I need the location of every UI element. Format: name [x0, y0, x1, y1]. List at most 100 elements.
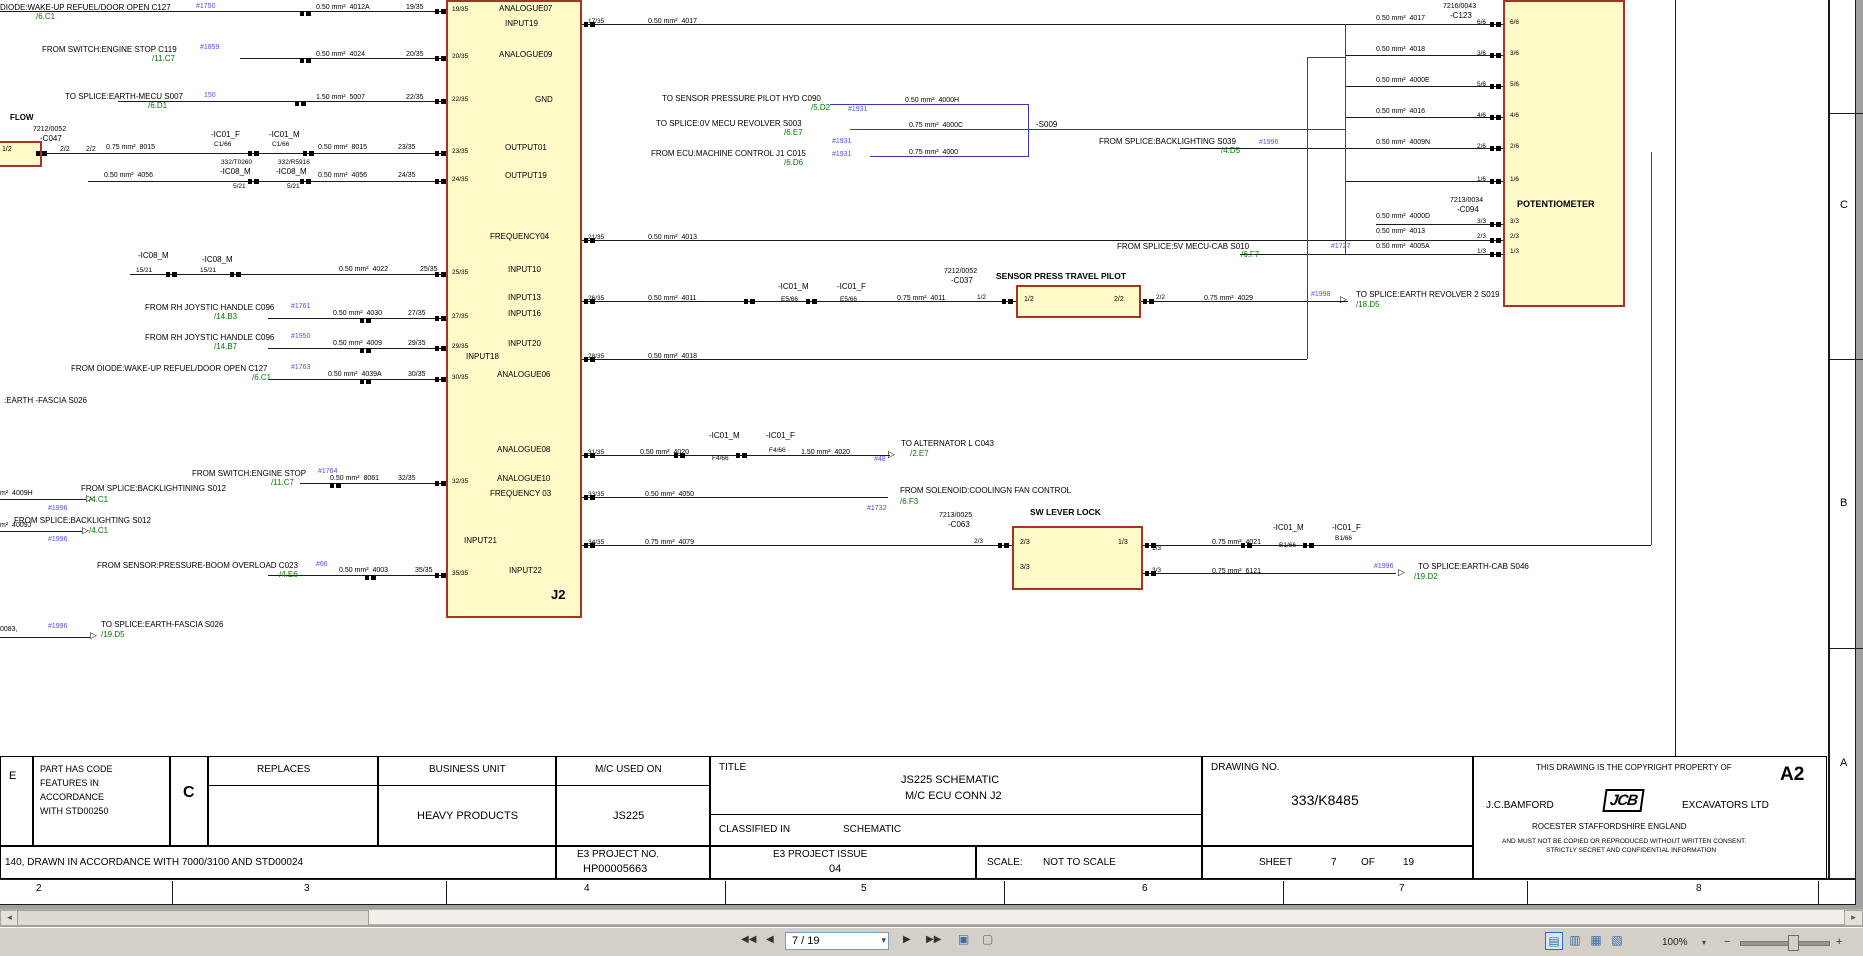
- schematic-label: /11.C7: [271, 479, 294, 487]
- schematic-label: #1931: [832, 138, 851, 145]
- schematic-label: 0.50 mm² 4056: [104, 172, 153, 179]
- schematic-label: B1/66: [1335, 536, 1352, 543]
- schematic-label: -IC01_M: [709, 432, 740, 440]
- business-unit-value: HEAVY PRODUCTS: [417, 811, 518, 822]
- wire-segment: [582, 24, 1503, 25]
- schematic-label: INPUT16: [508, 310, 541, 318]
- schematic-label: 20/35: [452, 54, 468, 61]
- schematic-label: 6/6: [1477, 20, 1486, 27]
- schematic-label: 30/35: [452, 375, 468, 382]
- zoom-level-value[interactable]: 100%: [1662, 937, 1688, 948]
- schematic-label: #1859: [200, 44, 219, 51]
- schematic-label: 1/6: [1477, 177, 1486, 184]
- schematic-label: 8: [1696, 884, 1702, 894]
- wire-segment: [1004, 881, 1005, 904]
- copyright-line: THIS DRAWING IS THE COPYRIGHT PROPERTY O…: [1536, 764, 1732, 772]
- zoom-slider-thumb[interactable]: [1788, 935, 1799, 951]
- part-code-cell: PART HAS CODE FEATURES IN ACCORDANCE WIT…: [33, 756, 170, 846]
- schematic-label: -IC01_M: [1273, 524, 1304, 532]
- layout-continuous-button[interactable]: ▧: [1608, 932, 1626, 950]
- schematic-label: 2/6: [1477, 144, 1486, 151]
- schematic-label: 0.50 mm² 4000E: [1376, 77, 1430, 84]
- connector-pin-symbol: [1002, 299, 1013, 304]
- zoom-slider-track[interactable]: [1740, 941, 1830, 946]
- schematic-label: /14.B3: [214, 313, 237, 321]
- schematic-label: J2: [551, 588, 565, 601]
- connector-pin-symbol: [365, 575, 376, 580]
- schematic-label: C: [1840, 200, 1848, 211]
- schematic-label: 1/3: [1477, 249, 1486, 256]
- schematic-label: #1996: [1259, 139, 1278, 146]
- schematic-label: -IC08_M: [276, 168, 307, 176]
- part-code-line: PART HAS CODE: [40, 765, 113, 774]
- schematic-label: -IC01_F: [766, 432, 795, 440]
- schematic-label: 2/2: [60, 146, 70, 153]
- schematic-label: /19.D5: [101, 631, 125, 639]
- drawing-title-line2: M/C ECU CONN J2: [905, 791, 1002, 802]
- zoom-in-button[interactable]: +: [1836, 936, 1842, 948]
- horizontal-scrollbar[interactable]: ◂ ▸: [0, 909, 1863, 925]
- page-combo-arrow-icon[interactable]: ▾: [881, 936, 886, 945]
- scrollbar-thumb[interactable]: [17, 910, 369, 926]
- next-page-button[interactable]: ▶: [903, 935, 911, 945]
- schematic-label: 25/35: [420, 266, 438, 273]
- schematic-label: SW LEVER LOCK: [1030, 508, 1101, 517]
- schematic-label: E5/66: [840, 297, 857, 304]
- part-code-line: ACCORDANCE: [40, 793, 104, 802]
- last-page-button[interactable]: ▶▶: [926, 935, 941, 945]
- schematic-label: 22/35: [452, 97, 468, 104]
- schematic-label: TO SPLICE:EARTH-FASCIA S026: [101, 621, 223, 629]
- schematic-label: 31/35: [588, 450, 604, 457]
- sheet-number: 7: [1331, 858, 1337, 868]
- drawn-note: 140, DRAWN IN ACCORDANCE WITH 7000/3100 …: [5, 858, 303, 868]
- zoom-dropdown-arrow-icon[interactable]: ▾: [1702, 938, 1706, 947]
- scale-value: NOT TO SCALE: [1043, 858, 1116, 868]
- schematic-label: FROM SPLICE:BACKLIGHTING S012: [14, 517, 151, 525]
- schematic-label: #1931: [832, 151, 851, 158]
- layout-outline-button[interactable]: ▥: [1566, 932, 1584, 950]
- schematic-label: 5: [861, 884, 867, 894]
- schematic-label: /14.B7: [214, 343, 237, 351]
- layout-two-page-button[interactable]: ▦: [1587, 932, 1605, 950]
- connector-pin-symbol: [736, 453, 747, 458]
- wire-segment: [0, 637, 90, 638]
- sheet-of-label: OF: [1361, 858, 1375, 868]
- schematic-label: 2/6: [1510, 144, 1519, 151]
- schematic-label: 29/35: [452, 344, 468, 351]
- schematic-label: TO SPLICE:EARTH-CAB S046: [1418, 563, 1529, 571]
- title-label: TITLE: [719, 763, 746, 773]
- schematic-label: ▷: [1340, 295, 1347, 304]
- schematic-label: -IC08_M: [220, 168, 251, 176]
- schematic-label: -C094: [1457, 206, 1479, 214]
- schematic-label: #1950: [291, 333, 310, 340]
- c063-connector-box: [1012, 526, 1143, 590]
- previous-page-button[interactable]: ◀: [766, 935, 774, 945]
- scroll-right-button[interactable]: ▸: [1844, 910, 1863, 926]
- schematic-label: ▷: [86, 494, 93, 503]
- copyright-cell: THIS DRAWING IS THE COPYRIGHT PROPERTY O…: [1473, 756, 1827, 879]
- zoom-out-button[interactable]: −: [1724, 936, 1730, 948]
- page-number-combo[interactable]: 7 / 19 ▾: [785, 932, 889, 950]
- business-unit-cell: BUSINESS UNIT HEAVY PRODUCTS: [378, 756, 556, 846]
- revision-letter: C: [183, 785, 195, 801]
- schematic-label: :EARTH -FASCIA S026: [4, 397, 87, 405]
- schematic-label: #48: [874, 456, 886, 463]
- schematic-label: /6.F3: [900, 498, 918, 506]
- schematic-label: FROM SPLICE:BACKLIGHTING S039: [1099, 138, 1236, 146]
- wire-segment: [1028, 104, 1029, 157]
- schematic-label: -IC08_M: [138, 252, 169, 260]
- schematic-label: #1761: [291, 303, 310, 310]
- connector-pin-symbol: [1490, 238, 1501, 243]
- layout-single-page-button[interactable]: ▤: [1545, 932, 1563, 950]
- first-page-button[interactable]: ◀◀: [741, 935, 756, 945]
- schematic-label: FROM SPLICE:5V MECU-CAB S010: [1117, 243, 1249, 251]
- schematic-label: /6.D1: [148, 102, 167, 110]
- schematic-label: 332/R5916: [278, 160, 310, 167]
- schematic-label: 0.50 mm² 4016: [1376, 108, 1425, 115]
- schematic-label: 2/2: [1156, 295, 1165, 302]
- connector-pin-symbol: [1490, 179, 1501, 184]
- page-mode-icon[interactable]: ▣: [958, 933, 969, 945]
- schematic-label: /18.D5: [1356, 301, 1380, 309]
- page-copy-icon[interactable]: ▢: [982, 933, 993, 945]
- schematic-label: #1996: [48, 505, 67, 512]
